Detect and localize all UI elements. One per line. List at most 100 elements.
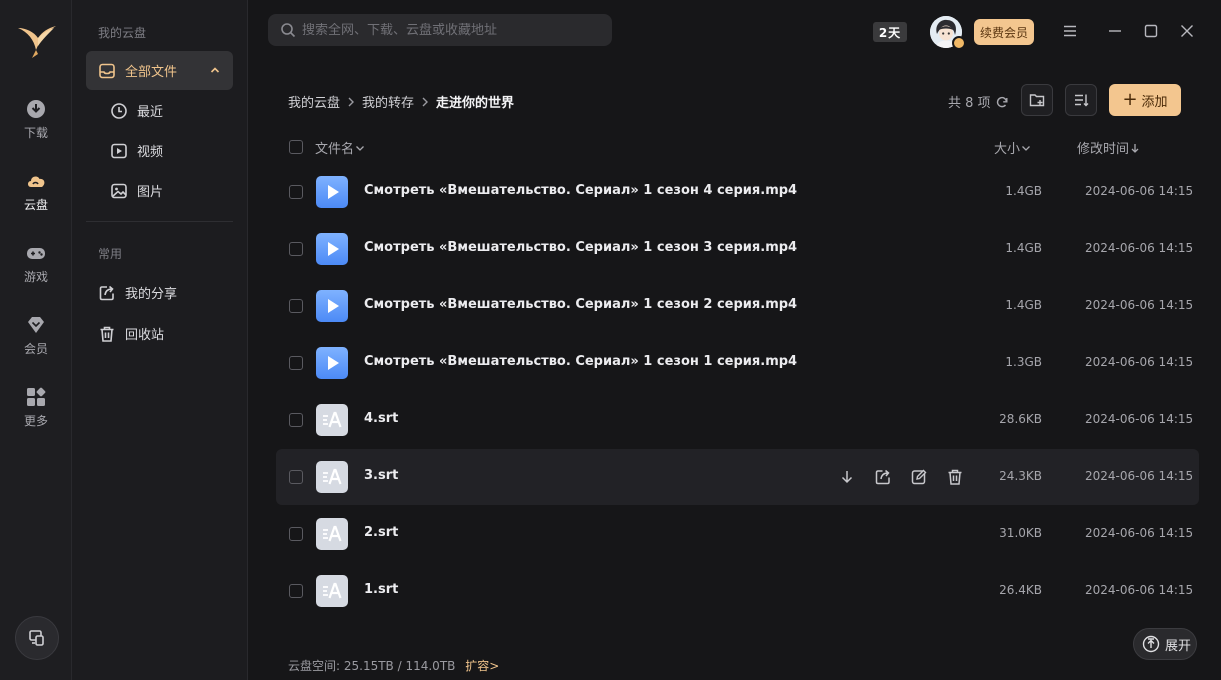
left-rail: 下载 云盘 游戏 会员 更多 <box>0 0 72 680</box>
column-header-label: 大小 <box>994 142 1021 157</box>
sidebar-item-recent[interactable]: 最近 <box>86 91 233 130</box>
upload-circle-icon <box>1142 635 1160 653</box>
select-all-checkbox[interactable] <box>289 140 303 154</box>
sidebar-item-label: 全部文件 <box>125 65 178 80</box>
row-checkbox[interactable] <box>289 527 303 541</box>
table-row[interactable]: 3.srt 24.3KB 2024-06-06 14:15 <box>276 449 1199 505</box>
file-name: Смотреть «Вмешательство. Сериал» 1 сезон… <box>364 297 798 312</box>
sidebar-divider <box>86 221 233 222</box>
share-icon[interactable] <box>874 468 892 486</box>
grid-more-icon <box>27 387 46 406</box>
rail-item-vip[interactable]: 会员 <box>0 310 72 366</box>
table-row[interactable]: Смотреть «Вмешательство. Сериал» 1 сезон… <box>276 278 1199 334</box>
chevron-down-icon <box>356 145 364 151</box>
sort-list-icon <box>1075 94 1089 107</box>
rail-item-download[interactable]: 下载 <box>0 94 72 150</box>
device-switch-button[interactable] <box>15 616 59 660</box>
file-name: Смотреть «Вмешательство. Сериал» 1 сезон… <box>364 240 798 255</box>
table-row[interactable]: 4.srt 28.6KB 2024-06-06 14:15 <box>276 392 1199 448</box>
row-checkbox[interactable] <box>289 299 303 313</box>
column-header-name[interactable]: 文件名 <box>315 138 366 157</box>
storage-value: 25.15TB / 114.0TB <box>343 659 456 673</box>
row-checkbox[interactable] <box>289 185 303 199</box>
minimize-icon[interactable] <box>1106 22 1124 40</box>
sidebar-item-label: 图片 <box>137 185 164 200</box>
subtitle-file-icon <box>316 404 348 436</box>
sidebar-item-recycle[interactable]: 回收站 <box>86 314 233 353</box>
file-size: 1.4GB <box>1005 298 1042 312</box>
share-icon <box>99 285 114 300</box>
row-checkbox[interactable] <box>289 356 303 370</box>
file-modified: 2024-06-06 14:15 <box>1085 412 1194 426</box>
maximize-icon[interactable] <box>1142 22 1160 40</box>
image-icon <box>111 183 127 198</box>
subtitle-file-icon <box>316 461 348 493</box>
sidebar-item-label: 最近 <box>137 105 164 120</box>
breadcrumb-item[interactable]: 我的转存 <box>362 92 414 111</box>
renew-vip-button[interactable]: 续费会员 <box>974 19 1034 45</box>
trash-icon <box>100 326 114 342</box>
row-checkbox[interactable] <box>289 242 303 256</box>
storage-info: 云盘空间: 25.15TB / 114.0TB 扩容> <box>288 657 499 674</box>
video-play-icon <box>111 143 127 158</box>
sidebar-item-my-share[interactable]: 我的分享 <box>86 273 233 312</box>
chevron-right-icon <box>348 97 355 106</box>
rail-item-more[interactable]: 更多 <box>0 382 72 438</box>
table-header: 文件名 大小 修改时间 <box>276 130 1199 164</box>
table-row[interactable]: 2.srt 31.0KB 2024-06-06 14:15 <box>276 506 1199 562</box>
storage-label: 云盘空间: <box>288 659 341 673</box>
item-count: 共 8 项 <box>948 92 1009 111</box>
menu-icon[interactable] <box>1061 22 1079 40</box>
column-header-size[interactable]: 大小 <box>994 138 1032 157</box>
breadcrumb-item[interactable]: 我的云盘 <box>288 92 340 111</box>
table-row[interactable]: Смотреть «Вмешательство. Сериал» 1 сезон… <box>276 164 1199 220</box>
table-row[interactable]: 1.srt 26.4KB 2024-06-06 14:15 <box>276 563 1199 619</box>
item-count-text: 共 8 项 <box>948 96 991 111</box>
column-header-modified[interactable]: 修改时间 <box>1077 138 1141 157</box>
sidebar-item-all-files[interactable]: 全部文件 <box>86 51 233 90</box>
plus-icon: + <box>1122 89 1138 110</box>
search-box[interactable] <box>268 14 612 46</box>
row-checkbox[interactable] <box>289 584 303 598</box>
section-title-cloud: 我的云盘 <box>98 26 147 40</box>
sidebar-item-image[interactable]: 图片 <box>86 171 233 210</box>
file-modified: 2024-06-06 14:15 <box>1085 526 1194 540</box>
column-header-label: 修改时间 <box>1077 142 1130 157</box>
rail-item-cloud[interactable]: 云盘 <box>0 166 72 222</box>
sidebar-item-label: 回收站 <box>125 328 165 343</box>
row-checkbox[interactable] <box>289 470 303 484</box>
sidebar-item-label: 我的分享 <box>125 287 178 302</box>
rail-label: 会员 <box>23 342 48 356</box>
video-file-icon <box>316 290 348 322</box>
cloud-icon <box>28 176 45 187</box>
rail-label: 下载 <box>23 126 48 140</box>
sidebar-item-video[interactable]: 视频 <box>86 131 233 170</box>
folder-plus-icon <box>1029 94 1045 107</box>
table-row[interactable]: Смотреть «Вмешательство. Сериал» 1 сезон… <box>276 221 1199 277</box>
download-circle-icon <box>27 100 45 118</box>
clock-icon <box>111 102 127 119</box>
chevron-up-icon <box>210 67 220 73</box>
sort-button[interactable] <box>1065 84 1097 116</box>
close-icon[interactable] <box>1178 22 1196 40</box>
file-name: 4.srt <box>364 411 399 426</box>
add-button[interactable]: + 添加 <box>1109 84 1181 116</box>
expand-panel-button[interactable]: 展开 <box>1133 628 1197 660</box>
sidebar-item-label: 视频 <box>137 145 164 160</box>
rail-label: 游戏 <box>23 270 48 284</box>
refresh-icon[interactable] <box>995 95 1009 109</box>
search-input[interactable] <box>302 22 602 38</box>
new-folder-button[interactable] <box>1021 84 1053 116</box>
edit-icon[interactable] <box>910 468 928 486</box>
expand-storage-link[interactable]: 扩容> <box>465 659 499 673</box>
rail-item-game[interactable]: 游戏 <box>0 238 72 294</box>
trash-icon[interactable] <box>946 468 964 486</box>
rail-label: 更多 <box>23 414 48 428</box>
video-file-icon <box>316 347 348 379</box>
add-button-label: 添加 <box>1141 94 1168 110</box>
table-row[interactable]: Смотреть «Вмешательство. Сериал» 1 сезон… <box>276 335 1199 391</box>
download-icon[interactable] <box>838 468 856 486</box>
column-header-label: 文件名 <box>315 142 355 157</box>
row-checkbox[interactable] <box>289 413 303 427</box>
file-size: 24.3KB <box>999 469 1042 483</box>
